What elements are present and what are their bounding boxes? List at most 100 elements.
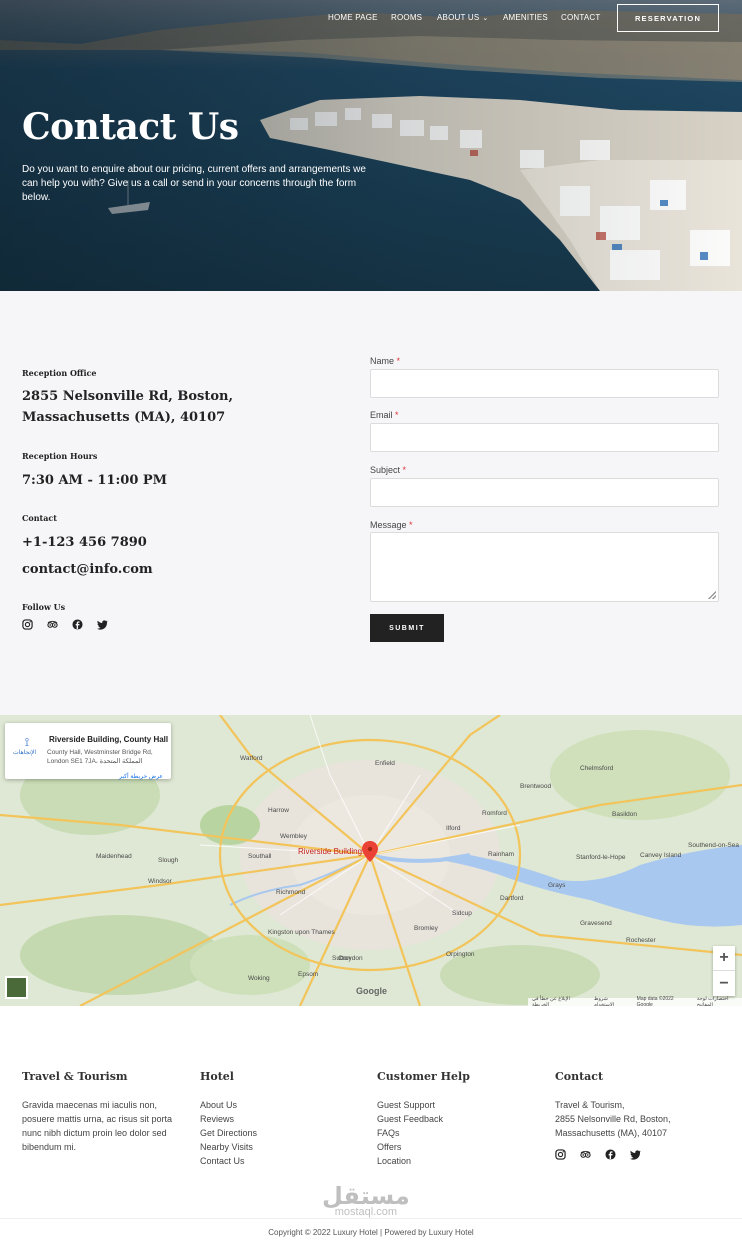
map-zoom-controls: + − <box>713 946 735 996</box>
map-town-label: Enfield <box>375 760 395 767</box>
map-town-label: Chelmsford <box>580 765 614 772</box>
map-attr-shortcuts[interactable]: اختصارات لوحة المفاتيح <box>697 996 742 1006</box>
facebook-icon[interactable] <box>605 1149 616 1160</box>
email-field[interactable] <box>370 423 719 452</box>
footer-link-location[interactable]: Location <box>377 1154 527 1168</box>
contact-email[interactable]: contact@info.com <box>22 559 153 580</box>
footer-contact-line-2: 2855 Nelsonville Rd, Boston, <box>555 1114 671 1124</box>
tripadvisor-icon[interactable] <box>580 1149 591 1160</box>
footer-link-guest-feedback[interactable]: Guest Feedback <box>377 1112 527 1126</box>
required-mark: * <box>409 520 413 530</box>
reception-office-address: 2855 Nelsonville Rd, Boston, Massachuset… <box>22 389 233 425</box>
google-logo: Google <box>356 986 387 996</box>
footer-link-directions[interactable]: Get Directions <box>200 1126 350 1140</box>
place-card: ⟟ الإتجاهات Riverside Building, County H… <box>5 723 171 780</box>
twitter-icon[interactable] <box>97 619 108 630</box>
twitter-icon[interactable] <box>630 1149 641 1160</box>
map-attr-terms[interactable]: شروط الاستخدام <box>594 996 627 1006</box>
copyright-text: Copyright © 2022 Luxury Hotel | Powered … <box>268 1228 474 1237</box>
map-town-label: Epsom <box>298 971 319 978</box>
map-attr-report[interactable]: الإبلاغ عن خطأ في الخريطة <box>532 996 584 1006</box>
chevron-down-icon: ⌄ <box>482 15 489 22</box>
footer-link-offers[interactable]: Offers <box>377 1140 527 1154</box>
map-pin-label: Riverside Building <box>298 847 363 856</box>
map-town-label: Windsor <box>148 878 172 885</box>
nav-contact[interactable]: CONTACT <box>561 13 600 22</box>
place-address: County Hall, Westminster Bridge Rd, Lond… <box>47 749 153 765</box>
footer-col-contact: Contact Travel & Tourism, 2855 Nelsonvil… <box>555 1070 725 1160</box>
message-label: Message * <box>370 520 413 530</box>
map-town-label: Stanford-le-Hope <box>576 854 626 861</box>
instagram-icon[interactable] <box>22 619 33 630</box>
submit-button[interactable]: SUBMIT <box>370 614 444 642</box>
footer-link-faqs[interactable]: FAQs <box>377 1126 527 1140</box>
required-mark: * <box>402 465 407 475</box>
map-town-label: Canvey Island <box>640 852 682 859</box>
map-town-label: Woking <box>248 975 270 982</box>
subject-label-text: Subject <box>370 465 401 475</box>
map-town-label: Sutton <box>332 955 351 962</box>
nav-amenities[interactable]: AMENITIES <box>503 13 548 22</box>
resize-handle-icon[interactable] <box>708 591 716 599</box>
required-mark: * <box>396 356 401 366</box>
map-town-label: Maidenhead <box>96 853 132 860</box>
footer-social-links <box>555 1149 725 1160</box>
map-town-label: Orpington <box>446 951 475 958</box>
hero-section: HOME PAGE ROOMS ABOUT US ⌄ AMENITIES CONT… <box>0 0 742 291</box>
view-larger-map-link[interactable]: عرض خريطة أكبر <box>119 773 163 780</box>
social-links <box>22 619 108 630</box>
follow-us-label: Follow Us <box>22 602 66 612</box>
hero-description: Do you want to enquire about our pricing… <box>22 164 366 203</box>
map-town-label: Southend-on-Sea <box>688 842 739 849</box>
name-field[interactable] <box>370 369 719 398</box>
footer-col-title: Travel & Tourism <box>22 1070 128 1083</box>
page-title: Contact Us <box>22 106 239 148</box>
name-label: Name * <box>370 356 400 366</box>
footer-link-guest-support[interactable]: Guest Support <box>377 1098 527 1112</box>
map-town-label: Watford <box>240 755 263 762</box>
footer-link-about[interactable]: About Us <box>200 1098 350 1112</box>
email-label-text: Email <box>370 410 393 420</box>
contact-label: Contact <box>22 513 57 523</box>
reception-hours-label: Reception Hours <box>22 451 98 461</box>
map-attr-data: Map data ©2022 Google <box>636 996 674 1006</box>
nav-about[interactable]: ABOUT US ⌄ <box>437 13 488 22</box>
map-layers-button[interactable] <box>5 976 28 999</box>
footer-col-title: Contact <box>555 1070 604 1083</box>
map-embed[interactable]: ⟟ الإتجاهات Riverside Building, County H… <box>0 715 742 1006</box>
zoom-out-button[interactable]: − <box>713 971 735 996</box>
map-town-label: Basildon <box>612 811 637 818</box>
nav-home[interactable]: HOME PAGE <box>328 13 378 22</box>
facebook-icon[interactable] <box>72 619 83 630</box>
reception-hours-value: 7:30 AM - 11:00 PM <box>22 473 168 488</box>
contact-phone[interactable]: +1-123 456 7890 <box>22 532 147 553</box>
instagram-icon[interactable] <box>555 1149 566 1160</box>
footer-link-reviews[interactable]: Reviews <box>200 1112 350 1126</box>
contact-section: Reception Office 2855 Nelsonville Rd, Bo… <box>0 291 742 715</box>
nav-rooms[interactable]: ROOMS <box>391 13 422 22</box>
map-town-label: Sidcup <box>452 910 472 917</box>
tripadvisor-icon[interactable] <box>47 619 58 630</box>
footer-divider <box>0 1218 742 1219</box>
footer-contact-line-3: Massachusetts (MA), 40107 <box>555 1128 668 1138</box>
message-label-text: Message <box>370 520 407 530</box>
footer-col-title: Customer Help <box>377 1070 470 1083</box>
main-navigation: HOME PAGE ROOMS ABOUT US ⌄ AMENITIES CONT… <box>0 0 742 36</box>
map-town-label: Dartford <box>500 895 524 902</box>
watermark-domain: mostaql.com <box>334 1206 398 1218</box>
subject-field[interactable] <box>370 478 719 507</box>
map-town-label: Harrow <box>268 807 289 814</box>
footer-link-nearby[interactable]: Nearby Visits <box>200 1140 350 1154</box>
footer-col-help: Customer Help Guest Support Guest Feedba… <box>377 1070 527 1168</box>
map-town-label: Brentwood <box>520 783 552 790</box>
reservation-button[interactable]: RESERVATION <box>617 4 719 32</box>
message-textarea[interactable] <box>370 532 719 602</box>
subject-label: Subject * <box>370 465 406 475</box>
directions-label[interactable]: الإتجاهات <box>13 749 36 756</box>
zoom-in-button[interactable]: + <box>713 946 735 971</box>
required-mark: * <box>395 410 399 420</box>
footer-link-contact[interactable]: Contact Us <box>200 1154 350 1168</box>
map-town-label: Rochester <box>626 937 656 944</box>
name-label-text: Name <box>370 356 395 366</box>
map-town-label: Kingston upon Thames <box>268 929 335 936</box>
